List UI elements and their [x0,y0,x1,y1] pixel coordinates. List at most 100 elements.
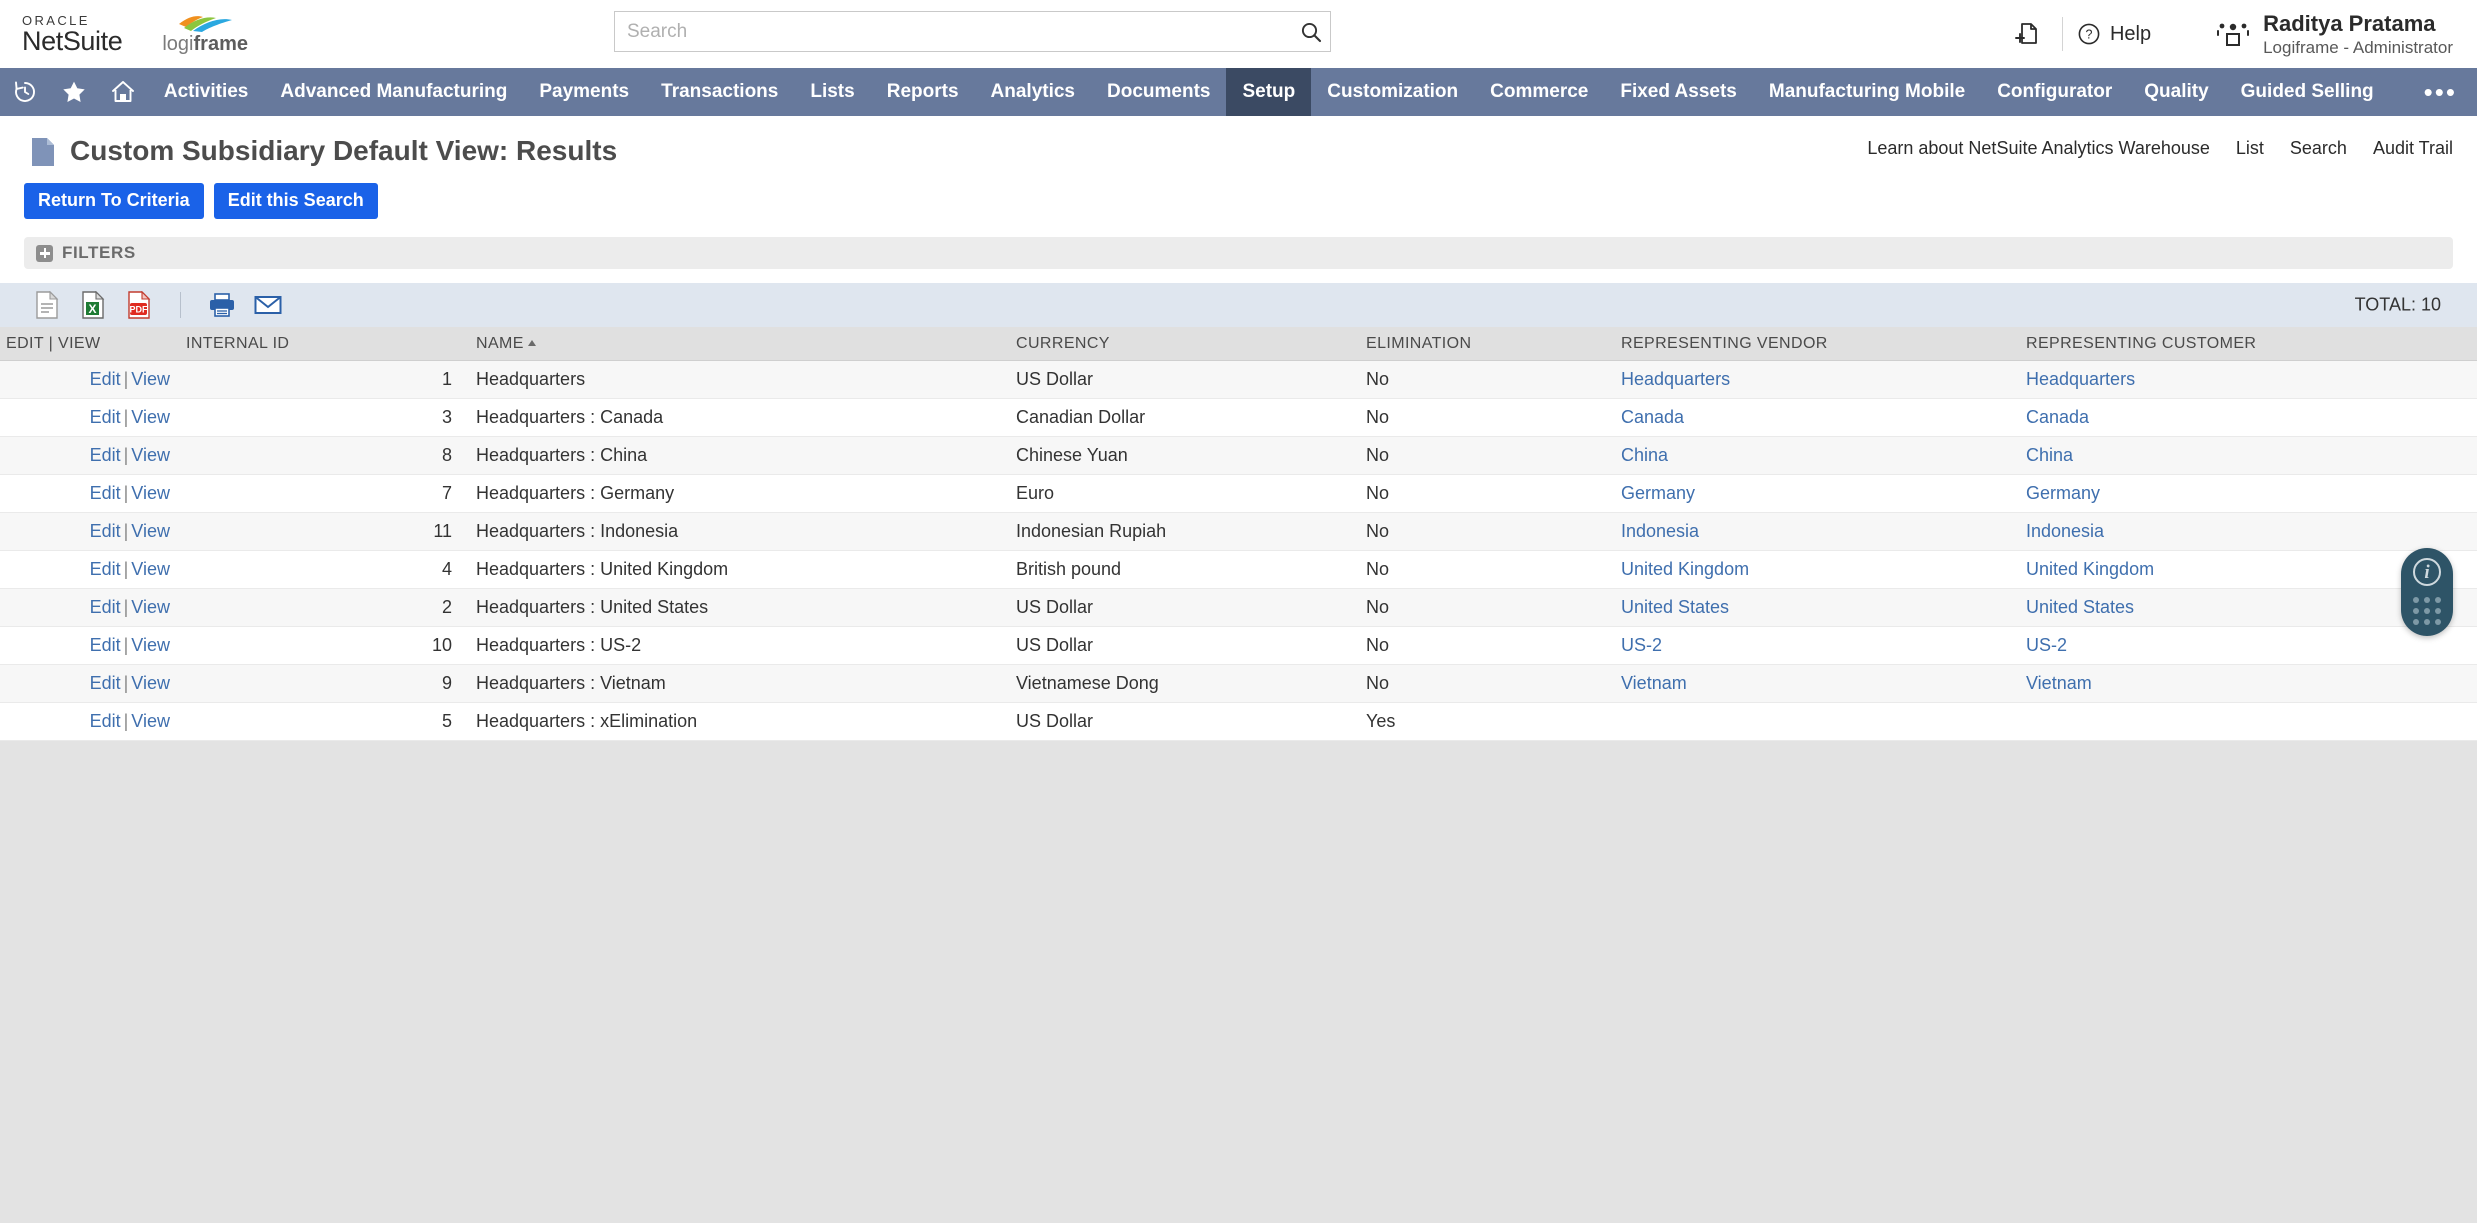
column-header-name-label: NAME [476,335,524,352]
dot-grid-icon[interactable] [2413,597,2441,625]
cell-representing-vendor: United Kingdom [1615,550,2020,589]
representing-vendor-link[interactable]: Indonesia [1621,521,1699,541]
search-input[interactable] [614,11,1331,52]
column-header-name[interactable]: NAME [470,327,1010,361]
document-icon [32,138,54,166]
representing-customer-link[interactable]: China [2026,445,2073,465]
view-link[interactable]: View [131,635,170,655]
nav-item-lists[interactable]: Lists [794,68,870,116]
nav-item-transactions[interactable]: Transactions [645,68,794,116]
nav-item-fixed-assets[interactable]: Fixed Assets [1604,68,1753,116]
oracle-netsuite-logo[interactable]: ORACLE NetSuite [22,14,123,55]
add-page-button[interactable] [2006,13,2048,55]
edit-link[interactable]: Edit [90,483,121,503]
return-to-criteria-button[interactable]: Return To Criteria [24,183,204,219]
edit-link[interactable]: Edit [90,559,121,579]
representing-customer-link[interactable]: Vietnam [2026,673,2092,693]
filters-panel-toggle[interactable]: FILTERS [24,237,2453,269]
results-toolbar: X PDF TOTAL: 10 [0,283,2477,327]
nav-item-manufacturing-mobile[interactable]: Manufacturing Mobile [1753,68,1981,116]
search-submit-button[interactable] [1297,18,1325,46]
cell-internal-id: 5 [180,702,470,741]
representing-vendor-link[interactable]: Vietnam [1621,673,1687,693]
edit-link[interactable]: Edit [90,521,121,541]
view-link[interactable]: View [131,445,170,465]
edit-link[interactable]: Edit [90,369,121,389]
representing-vendor-link[interactable]: China [1621,445,1668,465]
column-header-currency[interactable]: CURRENCY [1010,327,1360,361]
user-role: Logiframe - Administrator [2263,38,2453,58]
help-assistant-widget[interactable]: i [2401,548,2453,636]
recent-history-button[interactable] [0,68,49,116]
nav-item-setup[interactable]: Setup [1226,68,1312,116]
representing-customer-link[interactable]: United Kingdom [2026,559,2154,579]
edit-this-search-button[interactable]: Edit this Search [213,183,378,219]
page-title: Custom Subsidiary Default View: Results [70,135,618,166]
nav-item-documents[interactable]: Documents [1091,68,1226,116]
cell-representing-vendor: Canada [1615,398,2020,437]
representing-vendor-link[interactable]: Germany [1621,483,1695,503]
nav-item-quality[interactable]: Quality [2128,68,2224,116]
representing-customer-link[interactable]: United States [2026,597,2134,617]
cell-internal-id: 8 [180,436,470,475]
view-link[interactable]: View [131,711,170,731]
nav-item-commerce[interactable]: Commerce [1474,68,1604,116]
representing-vendor-link[interactable]: US-2 [1621,635,1662,655]
nav-item-advanced-manufacturing[interactable]: Advanced Manufacturing [264,68,523,116]
representing-customer-link[interactable]: US-2 [2026,635,2067,655]
nav-item-analytics[interactable]: Analytics [975,68,1091,116]
edit-link[interactable]: Edit [90,597,121,617]
representing-vendor-link[interactable]: Canada [1621,407,1684,427]
column-header-internal-id[interactable]: INTERNAL ID [180,327,470,361]
table-header-row: EDIT | VIEW INTERNAL ID NAME CURRENCY EL… [0,327,2477,361]
column-header-edit-view[interactable]: EDIT | VIEW [0,327,180,361]
nav-item-customization[interactable]: Customization [1311,68,1474,116]
representing-vendor-link[interactable]: United Kingdom [1621,559,1749,579]
info-circle-icon[interactable]: i [2413,558,2441,586]
representing-customer-link[interactable]: Canada [2026,407,2089,427]
view-link[interactable]: View [131,521,170,541]
nav-item-payments[interactable]: Payments [523,68,645,116]
representing-vendor-link[interactable]: United States [1621,597,1729,617]
export-pdf-button[interactable]: PDF [116,283,162,327]
link-search[interactable]: Search [2290,138,2347,159]
link-learn-analytics-warehouse[interactable]: Learn about NetSuite Analytics Warehouse [1867,138,2210,159]
link-audit-trail[interactable]: Audit Trail [2373,138,2453,159]
nav-overflow-button[interactable]: ••• [2404,68,2477,116]
nav-item-reports[interactable]: Reports [871,68,975,116]
link-list[interactable]: List [2236,138,2264,159]
nav-item-configurator[interactable]: Configurator [1981,68,2128,116]
help-link[interactable]: ? Help [2077,22,2151,46]
edit-link[interactable]: Edit [90,711,121,731]
cell-elimination: Yes [1360,702,1615,741]
home-button[interactable] [99,68,148,116]
favorites-button[interactable] [49,68,98,116]
nav-item-guided-selling[interactable]: Guided Selling [2225,68,2390,116]
view-link[interactable]: View [131,673,170,693]
user-menu[interactable]: Raditya Pratama Logiframe - Administrato… [2215,10,2453,59]
representing-customer-link[interactable]: Germany [2026,483,2100,503]
print-button[interactable] [199,283,245,327]
representing-vendor-link[interactable]: Headquarters [1621,369,1730,389]
view-link[interactable]: View [131,559,170,579]
results-table-body: Edit | View 1 Headquarters US Dollar No Headqua… [0,360,2477,741]
view-link[interactable]: View [131,483,170,503]
edit-link[interactable]: Edit [90,635,121,655]
representing-customer-link[interactable]: Headquarters [2026,369,2135,389]
view-link[interactable]: View [131,597,170,617]
view-link[interactable]: View [131,407,170,427]
email-button[interactable] [245,283,291,327]
edit-link[interactable]: Edit [90,673,121,693]
nav-item-activities[interactable]: Activities [148,68,264,116]
export-excel-button[interactable]: X [70,283,116,327]
view-link[interactable]: View [131,369,170,389]
column-header-elimination[interactable]: ELIMINATION [1360,327,1615,361]
edit-link[interactable]: Edit [90,407,121,427]
column-header-representing-vendor[interactable]: REPRESENTING VENDOR [1615,327,2020,361]
edit-link[interactable]: Edit [90,445,121,465]
export-csv-button[interactable] [24,283,70,327]
logiframe-logo[interactable]: logiframe [162,15,248,54]
column-header-representing-customer[interactable]: REPRESENTING CUSTOMER [2020,327,2477,361]
representing-customer-link[interactable]: Indonesia [2026,521,2104,541]
link-separator: | [123,711,129,731]
